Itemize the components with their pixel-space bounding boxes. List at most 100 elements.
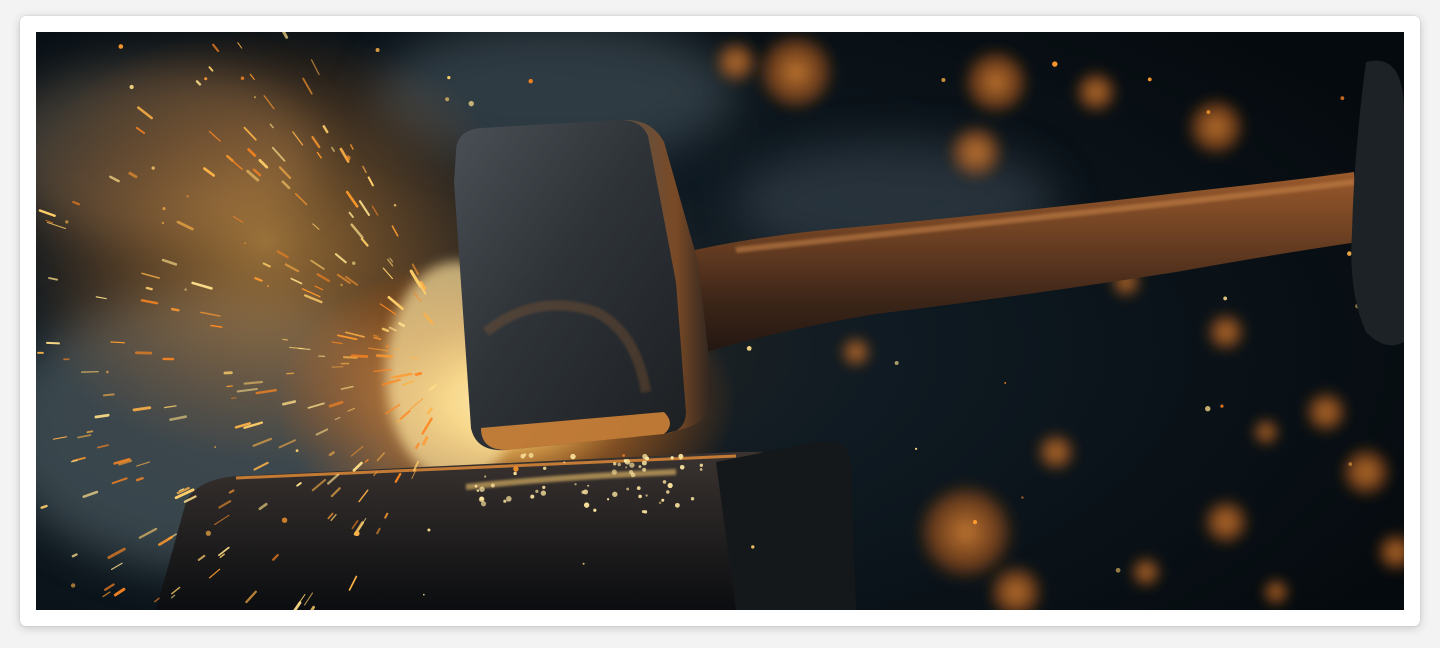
ember <box>612 491 618 497</box>
ember <box>540 490 547 496</box>
ember <box>340 283 343 287</box>
ember <box>611 469 617 475</box>
ember <box>186 195 189 198</box>
ember <box>636 486 641 491</box>
bokeh-light <box>1186 97 1246 157</box>
ember <box>476 489 480 492</box>
ember <box>542 485 546 490</box>
ember <box>941 78 946 83</box>
ember <box>468 100 474 107</box>
bokeh-light <box>1130 556 1162 588</box>
ember <box>583 502 590 508</box>
ember <box>385 344 390 349</box>
ember <box>582 562 585 565</box>
ember <box>483 475 487 478</box>
bokeh-light <box>948 124 1004 180</box>
ember <box>638 494 642 499</box>
ember <box>915 447 918 450</box>
ember <box>628 470 634 475</box>
spark <box>170 307 180 312</box>
ember <box>625 466 628 469</box>
hammer-anvil-scene <box>36 32 1404 610</box>
ember <box>1004 382 1007 384</box>
ember <box>662 480 667 484</box>
ember <box>629 462 635 468</box>
ember <box>530 494 535 499</box>
ember <box>354 530 360 537</box>
bokeh-light <box>916 482 1016 582</box>
ember <box>972 520 978 525</box>
spark <box>410 356 420 359</box>
spark <box>414 372 423 376</box>
ember <box>375 47 380 52</box>
ember <box>581 490 585 494</box>
photo-frame <box>20 16 1420 626</box>
bokeh-light <box>714 40 758 84</box>
ember <box>478 496 485 503</box>
ember <box>1340 96 1345 101</box>
bokeh-light <box>756 32 836 112</box>
ember <box>151 166 155 170</box>
ember <box>345 155 351 161</box>
ember <box>638 465 642 469</box>
ember <box>474 484 478 488</box>
ember <box>699 468 703 471</box>
bokeh-light <box>1074 70 1118 114</box>
ember <box>674 502 680 508</box>
ember <box>587 484 590 487</box>
ember <box>1205 406 1211 412</box>
ember <box>690 497 695 501</box>
ember <box>699 463 704 468</box>
ember <box>503 499 507 503</box>
ember <box>1206 110 1211 114</box>
ember <box>641 510 645 514</box>
ember <box>622 454 626 457</box>
ember <box>393 203 397 207</box>
ember <box>70 583 76 588</box>
ember <box>751 545 755 549</box>
ember <box>513 466 519 472</box>
ember <box>506 496 512 502</box>
ember <box>490 483 495 488</box>
spark <box>375 354 394 359</box>
ember <box>645 494 648 497</box>
bokeh-light <box>1206 312 1246 352</box>
ember <box>447 76 451 80</box>
ember <box>528 452 534 458</box>
ember <box>253 96 257 99</box>
spark <box>145 286 153 291</box>
ember <box>1220 404 1224 408</box>
ember <box>1052 61 1058 67</box>
ember <box>214 446 216 448</box>
ember <box>352 261 356 265</box>
spark <box>86 430 94 434</box>
ember <box>240 76 245 80</box>
ember <box>267 284 270 287</box>
spark <box>46 341 60 345</box>
bokeh-light <box>1202 498 1250 546</box>
ember <box>513 471 517 476</box>
ember <box>129 84 134 90</box>
ember <box>184 288 187 291</box>
bokeh-light <box>1304 390 1348 434</box>
ember <box>1347 251 1352 256</box>
spark <box>40 504 48 509</box>
spark <box>102 393 115 397</box>
forge-photo <box>36 32 1404 610</box>
ember <box>894 360 899 365</box>
ember <box>642 453 648 460</box>
ember <box>667 482 673 489</box>
spark <box>282 338 289 341</box>
bokeh-light <box>840 336 872 368</box>
ember <box>746 345 752 351</box>
ember <box>661 498 665 502</box>
ember <box>574 483 577 486</box>
ember <box>1348 462 1353 466</box>
ember <box>624 459 631 465</box>
ember <box>593 508 597 512</box>
ember <box>606 498 610 501</box>
ember <box>479 486 485 492</box>
bokeh-light <box>1036 432 1076 472</box>
ember <box>679 457 682 460</box>
ember <box>244 242 247 245</box>
